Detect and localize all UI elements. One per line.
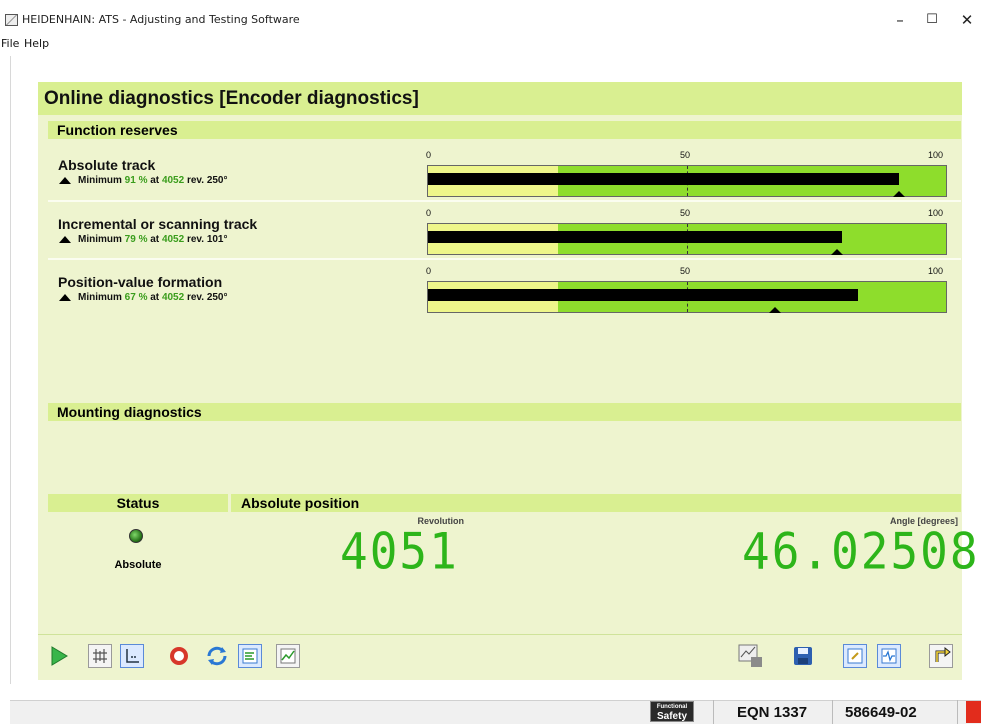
- zoom-button[interactable]: [167, 644, 191, 668]
- window-title: HEIDENHAIN: ATS - Adjusting and Testing …: [22, 13, 300, 26]
- absolute-position-heading: Absolute position: [231, 494, 961, 512]
- gauge-scale: 0 50 100: [426, 208, 944, 218]
- back-icon: [935, 646, 951, 662]
- zoom-icon: [170, 647, 188, 665]
- gauge-min-marker: [769, 307, 781, 313]
- grid-button[interactable]: [88, 644, 112, 668]
- gauge-bar: [428, 231, 842, 243]
- absolute-track-gauge: [427, 165, 947, 197]
- device-id: 586649-02: [845, 704, 917, 721]
- minimum-marker-icon: [59, 294, 71, 301]
- statusbar-divider: [832, 700, 833, 724]
- play-icon: [51, 646, 68, 666]
- menu-file[interactable]: File: [1, 37, 19, 50]
- incremental-track-title: Incremental or scanning track: [58, 216, 258, 232]
- minimize-button[interactable]: –: [886, 8, 914, 32]
- grid-icon: [93, 649, 107, 663]
- absolute-track-title: Absolute track: [58, 157, 156, 173]
- list-button[interactable]: [238, 644, 262, 668]
- title-bar: HEIDENHAIN: ATS - Adjusting and Testing …: [0, 0, 981, 36]
- functional-safety-logo: Functional Safety: [650, 701, 694, 722]
- status-heading: Status: [48, 494, 228, 512]
- status-led-icon: [129, 529, 143, 543]
- mounting-diagnostics-area: [48, 422, 961, 490]
- app-window: HEIDENHAIN: ATS - Adjusting and Testing …: [0, 0, 981, 724]
- device-model: EQN 1337: [737, 704, 808, 721]
- edit-button[interactable]: [843, 644, 867, 668]
- chart-icon: [280, 648, 296, 664]
- refresh-icon: [207, 646, 227, 666]
- absolute-track-minimum: Minimum 91 % at 4052 rev. 250°: [78, 175, 228, 186]
- incremental-track-minimum: Minimum 79 % at 4052 rev. 101°: [78, 234, 228, 245]
- play-button[interactable]: [47, 644, 71, 668]
- minimum-marker-icon: [59, 177, 71, 184]
- save-icon: [794, 647, 812, 665]
- wave-button[interactable]: [877, 644, 901, 668]
- gauge-scale: 0 50 100: [426, 150, 944, 160]
- axis-icon: [126, 649, 139, 663]
- back-button[interactable]: [929, 644, 953, 668]
- list-icon: [242, 648, 258, 664]
- app-logo-icon: [5, 14, 18, 26]
- chart-button[interactable]: [276, 644, 300, 668]
- close-button[interactable]: ✕: [953, 8, 981, 32]
- gauge-min-marker: [831, 249, 843, 255]
- gauge-min-marker: [893, 191, 905, 197]
- status-bar: [10, 700, 981, 724]
- position-value-title: Position-value formation: [58, 274, 223, 290]
- refresh-button[interactable]: [205, 644, 229, 668]
- edit-icon: [847, 648, 863, 664]
- mounting-diagnostics-heading: Mounting diagnostics: [48, 403, 961, 421]
- page-title: Online diagnostics [Encoder diagnostics]: [38, 82, 962, 115]
- row-divider: [48, 258, 961, 260]
- statusbar-divider: [713, 700, 714, 724]
- status-value: Absolute: [114, 559, 162, 571]
- position-value-minimum: Minimum 67 % at 4052 rev. 250°: [78, 292, 228, 303]
- maximize-button[interactable]: ☐: [918, 8, 946, 32]
- gauge-scale: 0 50 100: [426, 266, 944, 276]
- angle-value: 46.02508: [742, 521, 980, 581]
- gauge-bar: [428, 173, 899, 185]
- gauge-bar: [428, 289, 858, 301]
- revolution-value: 4051: [340, 521, 459, 581]
- minimum-marker-icon: [59, 236, 71, 243]
- axis-button[interactable]: [120, 644, 144, 668]
- export-icon: [738, 644, 762, 667]
- statusbar-divider: [957, 700, 958, 724]
- connection-status-icon: [966, 701, 981, 723]
- position-value-gauge: [427, 281, 947, 313]
- wave-icon: [881, 648, 897, 664]
- save-button[interactable]: [791, 644, 815, 668]
- incremental-track-gauge: [427, 223, 947, 255]
- row-divider: [48, 200, 961, 202]
- export-button[interactable]: [738, 644, 762, 668]
- function-reserves-heading: Function reserves: [48, 121, 961, 139]
- menu-help[interactable]: Help: [24, 37, 49, 50]
